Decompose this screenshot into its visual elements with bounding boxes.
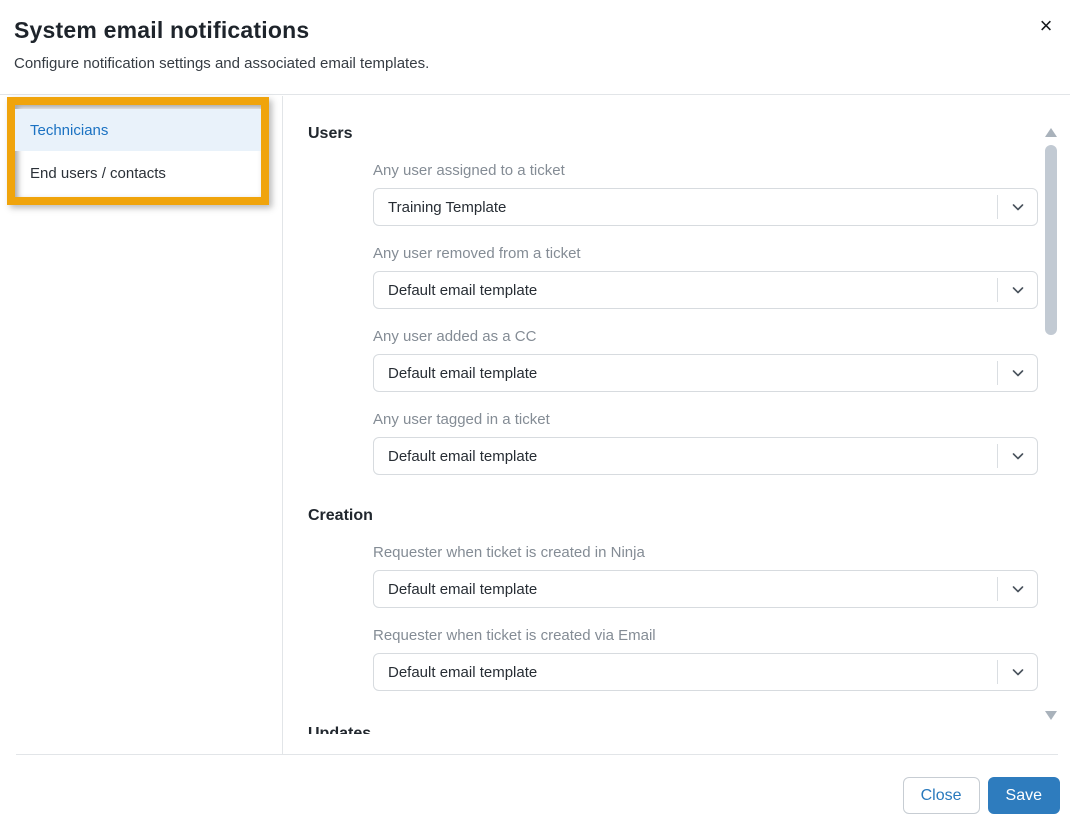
selected-template-value: Default email template	[374, 664, 997, 681]
notification-field: Any user removed from a ticket Default e…	[373, 245, 1038, 309]
section-fields: Any user assigned to a ticket Training T…	[373, 162, 1070, 475]
notification-field: Requester when ticket is created in Ninj…	[373, 544, 1038, 608]
section-heading: Users	[308, 125, 1070, 143]
field-label: Requester when ticket is created in Ninj…	[373, 544, 1038, 562]
footer-divider	[16, 754, 1058, 755]
email-template-select[interactable]: Default email template	[373, 570, 1038, 608]
system-email-notifications-dialog: System email notifications Configure not…	[0, 0, 1070, 827]
save-button[interactable]: Save	[988, 777, 1060, 814]
section-heading: Creation	[308, 507, 1070, 525]
notification-field: Requester when ticket is created via Ema…	[373, 627, 1038, 691]
settings-content: Users Any user assigned to a ticket Trai…	[283, 96, 1070, 754]
sidebar-item-technicians[interactable]: Technicians	[15, 109, 261, 151]
scroll-down-icon[interactable]	[1045, 711, 1057, 720]
section-fields: Requester when ticket is created in Ninj…	[373, 544, 1070, 691]
dialog-subtitle: Configure notification settings and asso…	[14, 55, 429, 72]
settings-section: Updates	[308, 725, 1070, 734]
annotation-highlight-box: Technicians End users / contacts	[7, 97, 269, 205]
section-heading: Updates	[308, 725, 1070, 734]
selected-template-value: Default email template	[374, 581, 997, 598]
scrollbar[interactable]	[1045, 128, 1057, 720]
dialog-header: System email notifications Configure not…	[0, 0, 1070, 95]
field-label: Any user tagged in a ticket	[373, 411, 1038, 429]
notification-field: Any user tagged in a ticket Default emai…	[373, 411, 1038, 475]
sections: Users Any user assigned to a ticket Trai…	[308, 125, 1070, 734]
page-title: System email notifications	[14, 17, 309, 44]
email-template-select[interactable]: Default email template	[373, 354, 1038, 392]
field-label: Requester when ticket is created via Ema…	[373, 627, 1038, 645]
chevron-down-icon	[998, 581, 1037, 597]
chevron-down-icon	[998, 448, 1037, 464]
sidebar-item-label: Technicians	[30, 122, 108, 139]
close-button[interactable]: Close	[903, 777, 980, 814]
email-template-select[interactable]: Default email template	[373, 653, 1038, 691]
selected-template-value: Training Template	[374, 199, 997, 216]
field-label: Any user removed from a ticket	[373, 245, 1038, 263]
scroll-up-icon[interactable]	[1045, 128, 1057, 137]
scrollbar-thumb[interactable]	[1045, 145, 1057, 335]
sidebar-nav: Technicians End users / contacts	[15, 105, 261, 197]
close-icon: ×	[1040, 13, 1053, 38]
sidebar-item-end-users-contacts[interactable]: End users / contacts	[15, 151, 261, 195]
selected-template-value: Default email template	[374, 282, 997, 299]
field-label: Any user assigned to a ticket	[373, 162, 1038, 180]
notification-field: Any user added as a CC Default email tem…	[373, 328, 1038, 392]
sidebar-item-label: End users / contacts	[30, 165, 166, 182]
footer-buttons: Close Save	[903, 777, 1060, 814]
email-template-select[interactable]: Default email template	[373, 437, 1038, 475]
chevron-down-icon	[998, 365, 1037, 381]
settings-section: Users Any user assigned to a ticket Trai…	[308, 125, 1070, 475]
chevron-down-icon	[998, 199, 1037, 215]
notification-field: Any user assigned to a ticket Training T…	[373, 162, 1038, 226]
close-dialog-button[interactable]: ×	[1030, 10, 1062, 42]
email-template-select[interactable]: Default email template	[373, 271, 1038, 309]
selected-template-value: Default email template	[374, 365, 997, 382]
settings-section: Creation Requester when ticket is create…	[308, 507, 1070, 691]
chevron-down-icon	[998, 664, 1037, 680]
selected-template-value: Default email template	[374, 448, 997, 465]
email-template-select[interactable]: Training Template	[373, 188, 1038, 226]
chevron-down-icon	[998, 282, 1037, 298]
dialog-footer: Close Save	[0, 754, 1070, 827]
dialog-body: Technicians End users / contacts Users A…	[0, 96, 1070, 754]
field-label: Any user added as a CC	[373, 328, 1038, 346]
